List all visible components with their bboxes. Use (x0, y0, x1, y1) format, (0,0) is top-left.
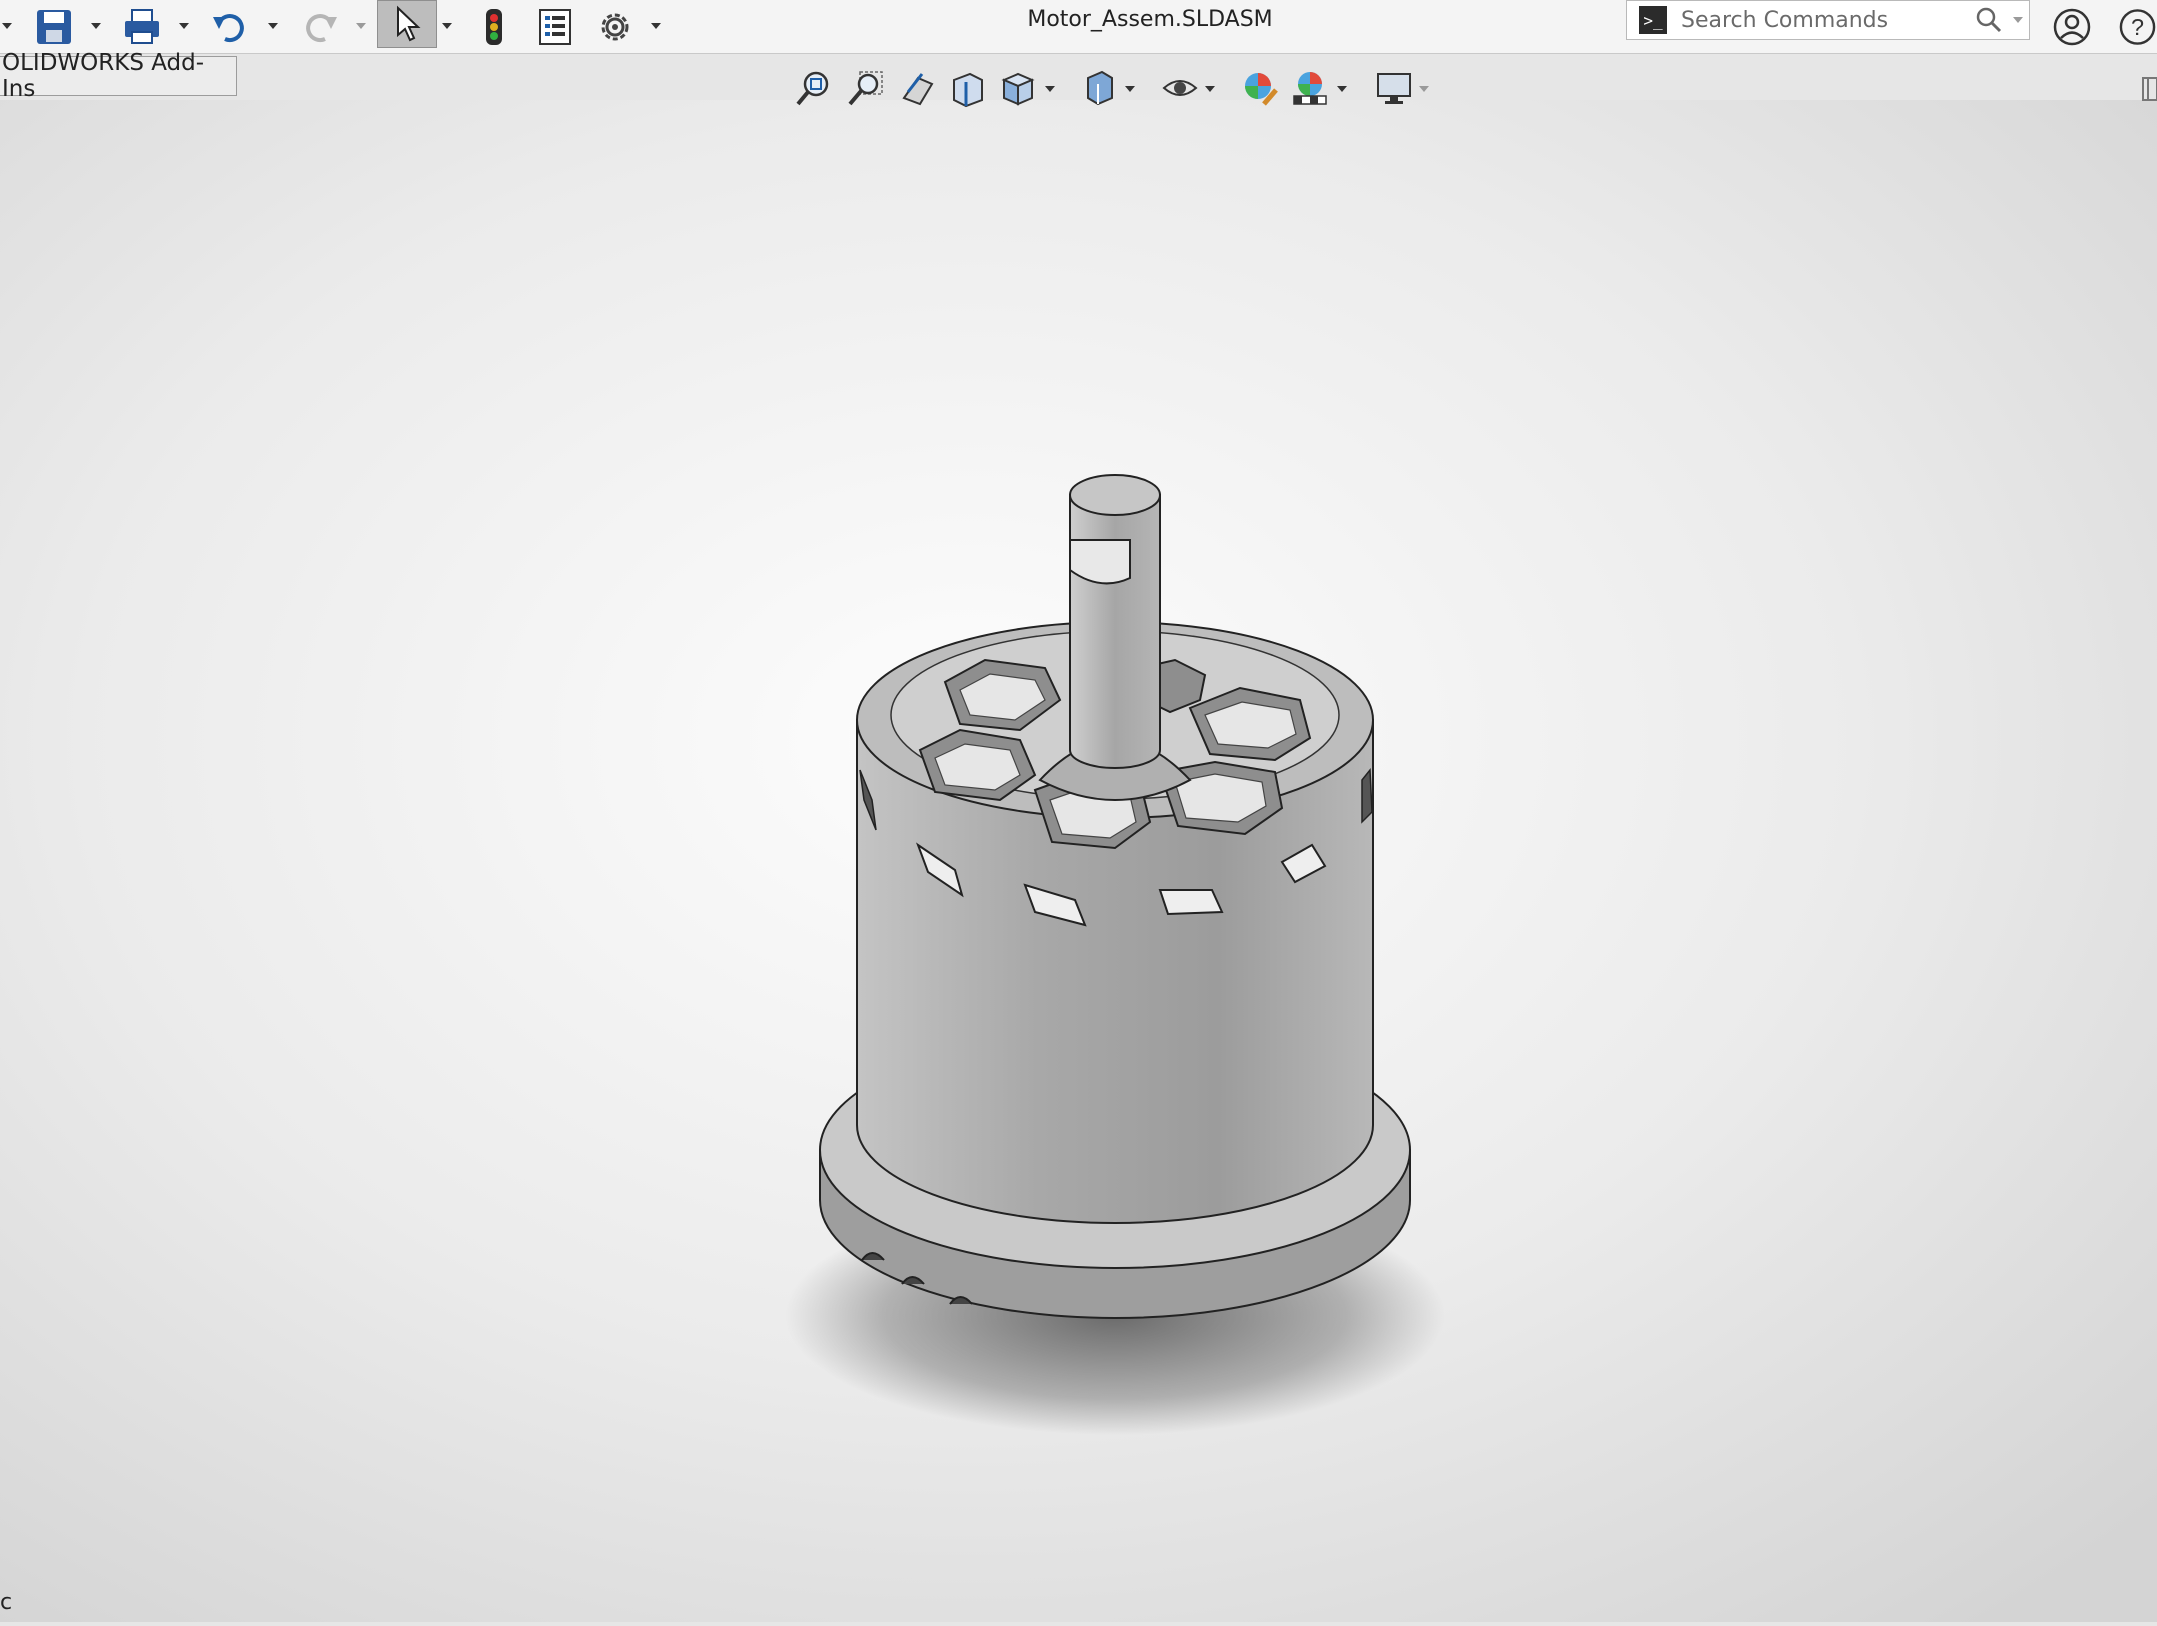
save-dropdown-caret[interactable] (89, 14, 103, 38)
select-arrow-icon[interactable] (377, 0, 437, 48)
new-dropdown-caret[interactable] (0, 14, 14, 38)
title-bar: Motor_Assem.SLDASM >_ Search Commands ? (0, 0, 2157, 54)
display-style-caret[interactable] (1122, 82, 1138, 96)
undo-dropdown-caret[interactable] (266, 14, 280, 38)
search-dropdown-caret[interactable] (2007, 17, 2029, 23)
user-account-icon[interactable] (2050, 0, 2094, 54)
edit-appearance-icon[interactable] (1236, 64, 1284, 112)
display-style-icon[interactable] (1076, 64, 1124, 112)
apply-scene-icon[interactable] (1286, 64, 1334, 112)
document-title: Motor_Assem.SLDASM (1027, 6, 1273, 32)
search-icon[interactable] (1971, 2, 2007, 38)
options-gear-icon[interactable] (590, 0, 640, 54)
hide-show-caret[interactable] (1202, 82, 1218, 96)
previous-view-icon[interactable] (894, 64, 942, 112)
model-viewport-svg[interactable] (0, 100, 2157, 1622)
file-properties-icon[interactable] (530, 0, 580, 54)
section-view-icon[interactable] (944, 64, 992, 112)
help-icon[interactable]: ? (2118, 0, 2157, 54)
view-orientation-caret[interactable] (1042, 82, 1058, 96)
task-pane-collapse-icon[interactable] (2140, 74, 2157, 104)
redo-dropdown-caret[interactable] (354, 14, 368, 38)
status-bar-text: c (0, 1590, 13, 1615)
graphics-area[interactable] (0, 100, 2157, 1622)
select-dropdown-caret[interactable] (440, 14, 454, 38)
search-commands-box[interactable]: >_ Search Commands (1626, 0, 2030, 40)
rebuild-traffic-light-icon[interactable] (470, 0, 518, 54)
print-icon[interactable] (116, 0, 168, 54)
command-prompt-icon: >_ (1639, 6, 1667, 34)
options-dropdown-caret[interactable] (649, 14, 663, 38)
hide-show-items-icon[interactable] (1156, 64, 1204, 112)
apply-scene-caret[interactable] (1334, 82, 1350, 96)
view-settings-caret[interactable] (1416, 82, 1432, 96)
zoom-to-area-icon[interactable] (842, 64, 890, 112)
help-glyph: ? (2131, 14, 2144, 40)
print-dropdown-caret[interactable] (177, 14, 191, 38)
view-settings-icon[interactable] (1370, 64, 1418, 112)
undo-icon[interactable] (204, 0, 256, 54)
search-placeholder[interactable]: Search Commands (1681, 8, 1971, 33)
zoom-to-fit-icon[interactable] (790, 64, 838, 112)
tab-solidworks-addins[interactable]: OLIDWORKS Add-Ins (0, 50, 237, 102)
save-icon[interactable] (30, 0, 78, 54)
redo-icon[interactable] (294, 0, 346, 54)
view-orientation-icon[interactable] (994, 64, 1042, 112)
